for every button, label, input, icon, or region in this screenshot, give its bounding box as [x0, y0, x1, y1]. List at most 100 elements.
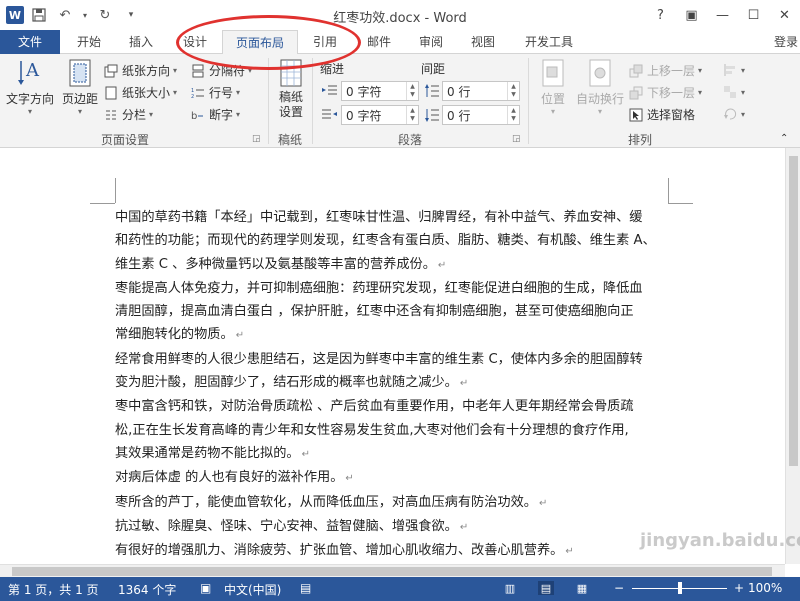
line-text: 松,正在生长发育高峰的青少年和女性容易发生贫血,大枣对他们会有十分理想的食疗作用…: [115, 422, 629, 438]
document-line[interactable]: 其效果通常是药物不能比拟的。 ↵: [115, 442, 675, 466]
zoom-slider-thumb[interactable]: [677, 582, 682, 594]
margins-button[interactable]: 页边距 ▾: [62, 58, 98, 116]
tab-home[interactable]: 开始: [66, 30, 112, 54]
crop-mark: [90, 203, 115, 204]
document-line[interactable]: 经常食用鲜枣的人很少患胆结石，这是因为鲜枣中丰富的维生素 C，使体内多余的胆固醇…: [115, 348, 675, 371]
redo-icon[interactable]: ↻: [94, 5, 116, 25]
horizontal-scroll-thumb[interactable]: [12, 567, 772, 576]
line-text: 常细胞转化的物质。: [115, 327, 234, 343]
size-button[interactable]: 纸张大小 ▾: [103, 84, 177, 101]
columns-icon: [103, 107, 119, 123]
breaks-icon: [190, 63, 206, 79]
position-icon: [538, 58, 568, 88]
document-line[interactable]: 对病后体虚 的人也有良好的滋补作用。 ↵: [115, 466, 675, 490]
bring-forward-icon: [628, 63, 644, 79]
collapse-ribbon-icon[interactable]: ⌃: [780, 133, 788, 144]
proofing-icon[interactable]: ▣: [200, 581, 211, 595]
separator: [528, 58, 529, 144]
position-button[interactable]: 位置 ▾: [538, 58, 568, 116]
maximize-button[interactable]: ☐: [738, 0, 769, 30]
document-line[interactable]: 变为胆汁酸，胆固醇少了，结石形成的概率也就随之减少。 ↵: [115, 371, 675, 395]
document-line[interactable]: 松,正在生长发育高峰的青少年和女性容易发生贫血,大枣对他们会有十分理想的食疗作用…: [115, 419, 675, 442]
margins-icon: [65, 58, 95, 88]
document-line[interactable]: 清胆固醇，提高血清白蛋白 ，保护肝脏，红枣中还含有抑制癌细胞，甚至可使癌细胞向正: [115, 300, 675, 323]
wrap-text-icon: [585, 58, 615, 88]
columns-button[interactable]: 分栏 ▾: [103, 106, 153, 123]
crop-mark: [668, 178, 669, 203]
sign-in-link[interactable]: 登录: [774, 30, 798, 54]
vertical-scroll-thumb[interactable]: [789, 156, 798, 466]
rotate-icon: [722, 106, 738, 122]
page-count[interactable]: 第 1 页，共 1 页: [8, 581, 99, 598]
line-text: 枣中富含钙和铁，对防治骨质疏松 、产后贫血有重要作用，中老年人更年期经常会骨质疏: [115, 399, 634, 415]
document-line[interactable]: 有很好的增强肌力、消除疲劳、扩张血管、增加心肌收缩力、改善心肌营养。 ↵: [115, 539, 675, 563]
document-line[interactable]: 和药性的功能；而现代的药理学则发现，红枣含有蛋白质、脂肪、糖类、有机酸、维生素 …: [115, 229, 675, 252]
wrap-text-button[interactable]: 自动换行 ▾: [576, 58, 624, 116]
undo-icon[interactable]: ↶: [54, 5, 76, 25]
align-button[interactable]: ▾: [722, 62, 745, 78]
save-icon[interactable]: [28, 5, 50, 25]
document-line[interactable]: 枣所含的芦丁，能使血管软化，从而降低血压，对高血压病有防治功效。 ↵: [115, 491, 675, 515]
read-mode-icon[interactable]: ▥: [502, 581, 518, 595]
spacing-before-spinner[interactable]: ▲ ▼: [507, 82, 519, 100]
ribbon-tabs: 文件 开始 插入 设计 页面布局 引用 邮件 审阅 视图 开发工具 登录: [0, 30, 800, 55]
size-icon: [103, 85, 119, 101]
indent-right-input[interactable]: 0 字符 ▲ ▼: [341, 105, 419, 125]
indent-left-input[interactable]: 0 字符 ▲ ▼: [341, 81, 419, 101]
tab-developer[interactable]: 开发工具: [514, 30, 584, 54]
send-backward-button[interactable]: 下移一层 ▾: [628, 84, 702, 101]
group-icon: [722, 84, 738, 100]
tab-mailings[interactable]: 邮件: [356, 30, 402, 54]
document-line[interactable]: 常细胞转化的物质。 ↵: [115, 323, 675, 347]
tab-view[interactable]: 视图: [460, 30, 506, 54]
hyphenation-button[interactable]: b 断字 ▾: [190, 106, 240, 123]
line-text: 枣所含的芦丁，能使血管软化，从而降低血压，对高血压病有防治功效。: [115, 494, 537, 510]
tab-file[interactable]: 文件: [0, 30, 60, 54]
spacing-before-input[interactable]: 0 行 ▲ ▼: [442, 81, 520, 101]
draft-paper-group-label: 稿纸: [277, 133, 302, 147]
macro-record-icon[interactable]: ▤: [300, 581, 311, 595]
rotate-button[interactable]: ▾: [722, 106, 745, 122]
indent-left-spinner[interactable]: ▲ ▼: [406, 82, 418, 100]
tab-insert[interactable]: 插入: [118, 30, 164, 54]
document-line[interactable]: 抗过敏、除腥臭、怪味、宁心安神、益智健脑、增强食欲。 ↵: [115, 515, 675, 539]
word-logo-icon[interactable]: W: [6, 6, 24, 24]
language-indicator[interactable]: 中文(中国): [224, 581, 281, 598]
crop-mark: [115, 178, 116, 203]
spacing-after-spinner[interactable]: ▲ ▼: [507, 106, 519, 124]
close-button[interactable]: ✕: [769, 0, 800, 30]
minimize-button[interactable]: —: [707, 0, 738, 30]
tab-review[interactable]: 审阅: [408, 30, 454, 54]
bring-forward-button[interactable]: 上移一层 ▾: [628, 62, 702, 79]
selection-pane-button[interactable]: 选择窗格: [628, 106, 695, 123]
page-setup-launcher-icon[interactable]: ◲: [252, 134, 261, 144]
indent-right-spinner[interactable]: ▲ ▼: [406, 106, 418, 124]
zoom-in-button[interactable]: +: [734, 581, 744, 595]
document-line[interactable]: 维生素 C 、多种微量钙以及氨基酸等丰富的营养成份。 ↵: [115, 253, 675, 277]
ribbon-display-options-button[interactable]: ▣: [676, 0, 707, 30]
orientation-button[interactable]: 纸张方向 ▾: [103, 62, 177, 79]
page: 中国的草药书籍「本经」中记载到，红枣味甘性温、归脾胃经，有补中益气、养血安神、缓…: [0, 148, 785, 577]
horizontal-scrollbar[interactable]: [0, 564, 785, 577]
line-text: 其效果通常是药物不能比拟的。: [115, 445, 300, 461]
text-direction-button[interactable]: A 文字方向 ▾: [6, 58, 54, 116]
page-setup-group-label: 页面设置: [100, 133, 149, 147]
undo-dropdown-icon[interactable]: ▾: [80, 5, 90, 25]
vertical-scrollbar[interactable]: [785, 148, 800, 564]
document-line[interactable]: 枣中富含钙和铁，对防治骨质疏松 、产后贫血有重要作用，中老年人更年期经常会骨质疏: [115, 395, 675, 418]
document-area[interactable]: 中国的草药书籍「本经」中记载到，红枣味甘性温、归脾胃经，有补中益气、养血安神、缓…: [0, 148, 785, 577]
document-line[interactable]: 枣能提高人体免疫力，并可抑制癌细胞：药理研究发现，红枣能促进白细胞的生成，降低血: [115, 277, 675, 300]
spacing-after-input[interactable]: 0 行 ▲ ▼: [442, 105, 520, 125]
print-layout-icon[interactable]: ▤: [538, 581, 554, 595]
document-line[interactable]: 中国的草药书籍「本经」中记载到，红枣味甘性温、归脾胃经，有补中益气、养血安神、缓: [115, 206, 675, 229]
help-button[interactable]: ?: [645, 0, 676, 30]
zoom-level[interactable]: 100%: [748, 581, 782, 595]
zoom-out-button[interactable]: −: [614, 581, 624, 595]
customize-qat-icon[interactable]: ▾: [120, 5, 142, 25]
word-count[interactable]: 1364 个字: [118, 581, 176, 598]
paragraph-launcher-icon[interactable]: ◲: [512, 134, 521, 144]
document-body[interactable]: 中国的草药书籍「本经」中记载到，红枣味甘性温、归脾胃经，有补中益气、养血安神、缓…: [115, 206, 675, 577]
group-button[interactable]: ▾: [722, 84, 745, 100]
web-layout-icon[interactable]: ▦: [574, 581, 590, 595]
line-numbers-button[interactable]: 12 行号 ▾: [190, 84, 240, 101]
